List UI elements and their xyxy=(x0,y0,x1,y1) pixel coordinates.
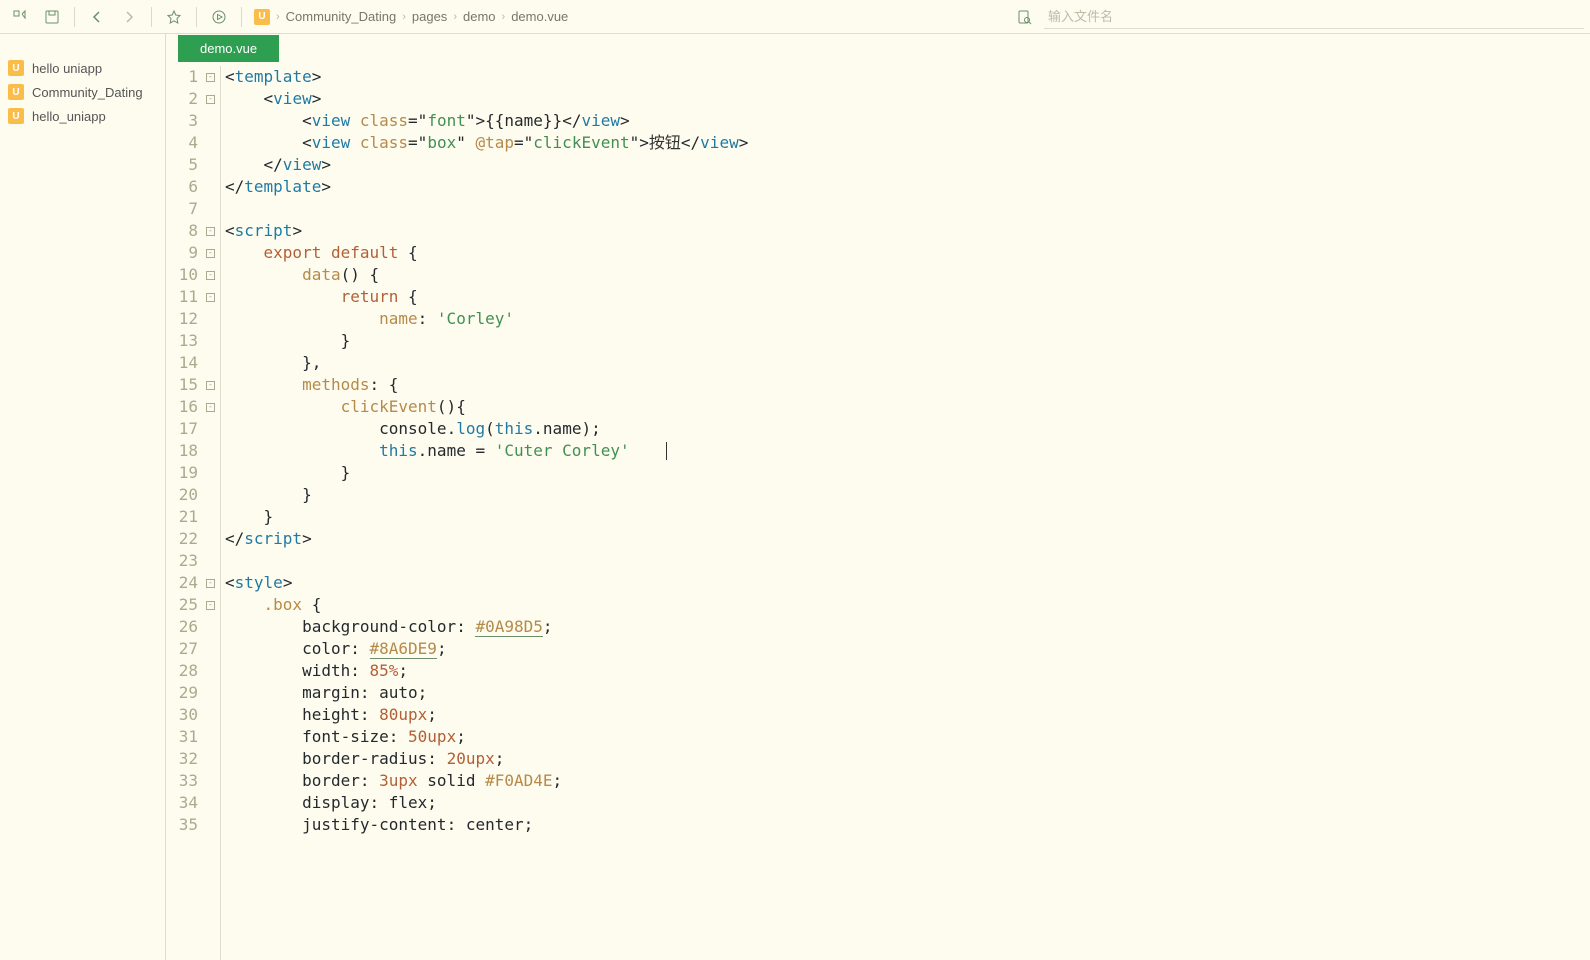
star-button[interactable] xyxy=(160,3,188,31)
chevron-right-icon: › xyxy=(453,11,457,23)
chevron-right-icon: › xyxy=(276,11,280,23)
sidebar-item[interactable]: U hello_uniapp xyxy=(0,104,165,128)
sidebar-item[interactable]: U Community_Dating xyxy=(0,80,165,104)
sidebar-item-label: Community_Dating xyxy=(32,85,143,100)
breadcrumb-item[interactable]: pages xyxy=(412,9,447,24)
breadcrumb: U › Community_Dating › pages › demo › de… xyxy=(254,9,568,25)
save-button[interactable] xyxy=(38,3,66,31)
project-icon: U xyxy=(8,108,24,124)
project-icon: U xyxy=(8,60,24,76)
search-input[interactable] xyxy=(1044,5,1584,29)
editor: demo.vue 1234567891011121314151617181920… xyxy=(166,34,1590,960)
tab-bar: demo.vue xyxy=(166,34,1590,62)
code-content[interactable]: <template> <view> <view class="font">{{n… xyxy=(220,66,1590,960)
sidebar-item[interactable]: U hello uniapp xyxy=(0,56,165,80)
code-editor[interactable]: 1234567891011121314151617181920212223242… xyxy=(166,62,1590,960)
sidebar-item-label: hello_uniapp xyxy=(32,109,106,124)
search-icon[interactable] xyxy=(1010,3,1038,31)
tab-active[interactable]: demo.vue xyxy=(178,35,279,62)
breadcrumb-root-icon: U xyxy=(254,9,270,25)
run-button[interactable] xyxy=(205,3,233,31)
line-number-gutter: 1234567891011121314151617181920212223242… xyxy=(166,66,206,960)
breadcrumb-item[interactable]: Community_Dating xyxy=(286,9,397,24)
sidebar: U hello uniapp U Community_Dating U hell… xyxy=(0,34,166,960)
chevron-right-icon: › xyxy=(502,11,506,23)
forward-button[interactable] xyxy=(115,3,143,31)
back-button[interactable] xyxy=(83,3,111,31)
sidebar-item-label: hello uniapp xyxy=(32,61,102,76)
toolbar: U › Community_Dating › pages › demo › de… xyxy=(0,0,1590,34)
menu-button[interactable] xyxy=(6,3,34,31)
chevron-right-icon: › xyxy=(402,11,406,23)
fold-column: ---------- xyxy=(206,66,220,960)
breadcrumb-item[interactable]: demo.vue xyxy=(511,9,568,24)
project-icon: U xyxy=(8,84,24,100)
breadcrumb-item[interactable]: demo xyxy=(463,9,496,24)
